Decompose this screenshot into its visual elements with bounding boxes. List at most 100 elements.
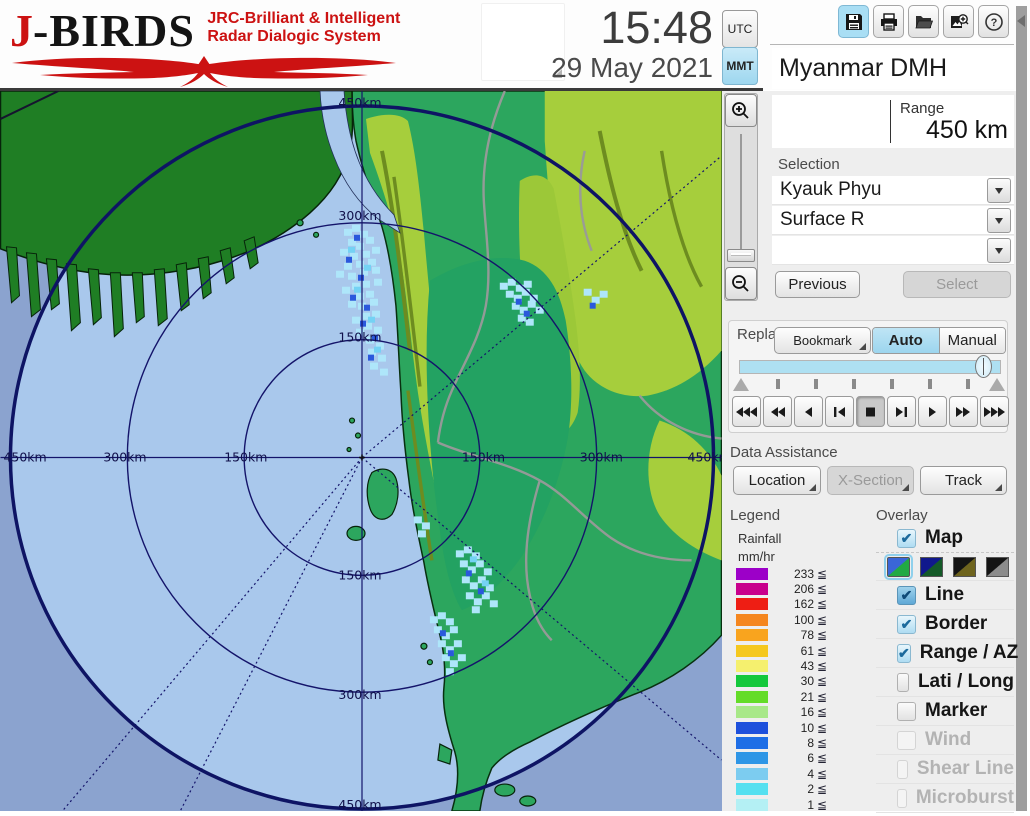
range-ring-label: 300km [338, 208, 381, 223]
map-style-swatch-1[interactable] [887, 557, 910, 577]
map-style-swatch-4[interactable] [986, 557, 1009, 577]
legend-value: 10 [776, 721, 814, 735]
leq-symbol: ≦ [817, 690, 827, 704]
overlay-list: ✔Map✔Line✔Border✔Range / AZLati / LongMa… [876, 524, 1014, 813]
dropdown-value: Surface R [780, 209, 864, 231]
map-style-swatch-3[interactable] [953, 557, 976, 577]
playback-ff-skip-button[interactable] [980, 396, 1009, 427]
legend-row: 206≦ [736, 581, 864, 596]
selection-dropdown-2[interactable]: Surface R [772, 206, 1014, 235]
checkbox-line[interactable]: ✔ [897, 586, 916, 605]
overlay-row-border: ✔Border [876, 610, 1014, 639]
legend-value: 6 [776, 751, 814, 765]
legend-swatch [736, 737, 768, 749]
utc-button[interactable]: UTC [722, 10, 758, 48]
overlay-item-label: Shear Line [917, 758, 1014, 780]
checkbox-range-az[interactable]: ✔ [897, 644, 911, 663]
playback-rew-skip-button[interactable] [732, 396, 761, 427]
chevron-down-icon[interactable] [987, 208, 1011, 233]
panel-collapse-strip[interactable] [1016, 6, 1027, 811]
help-button[interactable]: ? [978, 5, 1009, 38]
zoom-out-button[interactable] [725, 267, 757, 300]
add-image-button[interactable] [943, 5, 974, 38]
svg-text:?: ? [990, 17, 997, 29]
replay-slider-handle[interactable] [975, 355, 992, 378]
range-ring-label: 150km [462, 449, 505, 464]
playback-step-back-button[interactable] [825, 396, 854, 427]
checkbox-map[interactable]: ✔ [897, 529, 916, 548]
range-ring-label: 150km [338, 567, 381, 582]
step-fwd-icon [889, 406, 914, 418]
checkbox-lati-long[interactable] [897, 673, 909, 692]
dropdown-value: Kyauk Phyu [780, 179, 881, 201]
playback-rew-button[interactable] [794, 396, 823, 427]
chevron-down-icon[interactable] [987, 178, 1011, 203]
checkbox-marker[interactable] [897, 702, 916, 721]
manual-button[interactable]: Manual [940, 328, 1006, 353]
playback-stop-button[interactable] [856, 396, 885, 427]
print-button[interactable] [873, 5, 904, 38]
leq-symbol: ≦ [817, 659, 827, 673]
leq-symbol: ≦ [817, 767, 827, 781]
zoom-slider-track[interactable] [740, 134, 742, 252]
legend-swatch [736, 691, 768, 703]
range-label: Range [900, 100, 944, 117]
play-icon [920, 406, 945, 418]
legend-swatch [736, 598, 768, 610]
previous-button[interactable]: Previous [775, 271, 860, 298]
leq-symbol: ≦ [817, 674, 827, 688]
replay-slider-track[interactable] [739, 360, 1001, 374]
range-ring-label: 150km [224, 449, 267, 464]
zoom-in-button[interactable] [725, 94, 757, 127]
overlay-row-marker: Marker [876, 697, 1014, 726]
checkbox-border[interactable]: ✔ [897, 615, 916, 634]
station-name: Myanmar DMH [772, 48, 1014, 89]
replay-group: Replay Bookmark Auto Manual [728, 320, 1008, 433]
range-ring-label: 150km [338, 330, 381, 345]
checkbox-shear-line [897, 760, 908, 779]
playback-step-fwd-button[interactable] [887, 396, 916, 427]
legend-row: 78≦ [736, 628, 864, 643]
range-box: Range 450 km [772, 95, 1014, 148]
playback-rew-fast-button[interactable] [763, 396, 792, 427]
replay-mode-switch: Auto Manual [872, 327, 1006, 354]
save-button[interactable] [838, 5, 869, 38]
legend-row: 2≦ [736, 781, 864, 796]
toolbar-divider [770, 44, 1014, 45]
auto-button[interactable]: Auto [873, 328, 940, 353]
help-icon: ? [984, 12, 1004, 32]
selection-dropdown-1[interactable]: Kyauk Phyu [772, 176, 1014, 205]
ff-fast-icon [951, 406, 976, 418]
legend-value: 162 [776, 597, 814, 611]
playback-play-button[interactable] [918, 396, 947, 427]
mmt-button[interactable]: MMT [722, 47, 758, 85]
radar-map[interactable]: 450km300km150km150km300km450km450km300km… [0, 91, 722, 811]
zoom-in-icon [730, 100, 752, 122]
legend-swatch [736, 783, 768, 795]
overlay-item-label: Map [925, 527, 963, 549]
map-style-swatch-2[interactable] [920, 557, 943, 577]
bookmark-button[interactable]: Bookmark [774, 327, 871, 354]
legend-value: 233 [776, 567, 814, 581]
overlay-row-map: ✔ Map [876, 524, 1014, 553]
legend-swatch [736, 752, 768, 764]
legend-value: 100 [776, 613, 814, 627]
range-start-marker[interactable] [733, 378, 749, 391]
logo-birds: -BIRDS [33, 5, 195, 56]
leq-symbol: ≦ [817, 721, 827, 735]
open-folder-button[interactable] [908, 5, 939, 38]
range-end-marker[interactable] [989, 378, 1005, 391]
selection-dropdown-3[interactable] [772, 236, 1014, 265]
replay-slider-fill [740, 361, 1000, 373]
legend-row: 30≦ [736, 674, 864, 689]
track-button[interactable]: Track [920, 466, 1007, 495]
legend-row: 233≦ [736, 566, 864, 581]
legend-swatch [736, 675, 768, 687]
playback-ff-fast-button[interactable] [949, 396, 978, 427]
clock-time: 15:48 [565, 2, 713, 54]
location-button[interactable]: Location [733, 466, 821, 495]
legend-row: 100≦ [736, 612, 864, 627]
zoom-slider-handle[interactable] [727, 249, 755, 262]
chevron-down-icon[interactable] [987, 238, 1011, 263]
range-ring-label: 450km [338, 797, 381, 811]
